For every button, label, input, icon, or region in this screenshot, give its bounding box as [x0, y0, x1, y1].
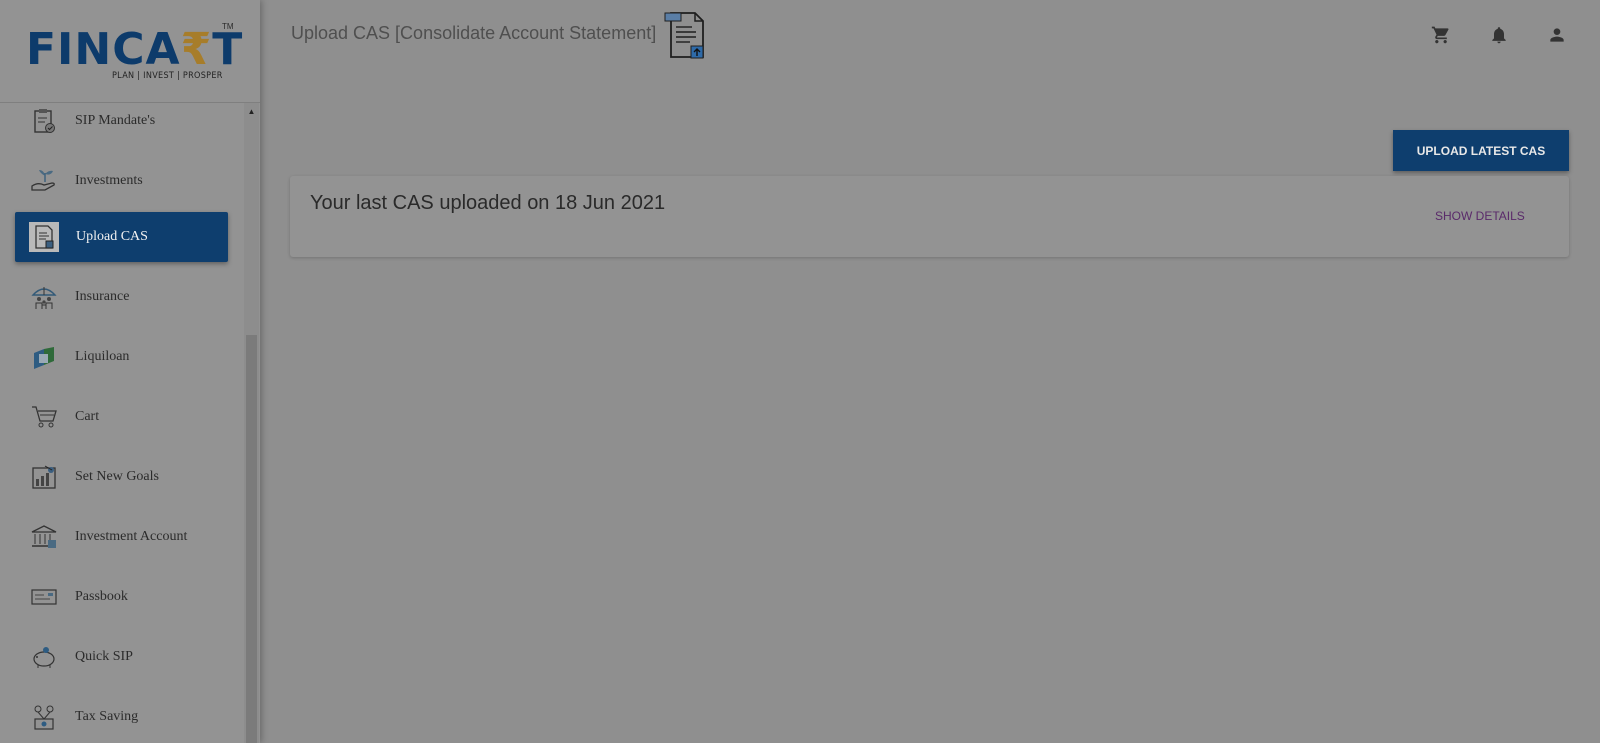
logo-rupee-glyph: ₹ — [180, 24, 213, 75]
bank-icon — [30, 523, 58, 551]
sidebar-item-label: Cart — [75, 409, 100, 424]
umbrella-family-icon — [30, 283, 58, 311]
sidebar-item-quick-sip[interactable]: Quick SIP — [15, 632, 228, 682]
header-cart-icon[interactable] — [1430, 24, 1452, 46]
scroll-up-arrow-icon[interactable]: ▲ — [244, 103, 259, 119]
liquiloan-logo-icon — [30, 343, 58, 371]
sidebar-item-label: Set New Goals — [75, 469, 159, 484]
logo-wordmark: FINCA₹T — [26, 24, 244, 75]
sidebar-item-set-new-goals[interactable]: Set New Goals — [15, 452, 228, 502]
sidebar-item-label: Upload CAS — [76, 229, 148, 244]
sidebar-item-label: Liquiloan — [75, 349, 130, 364]
sidebar-item-label: Investment Account — [75, 529, 188, 544]
sidebar-scrollbar[interactable]: ▲ — [244, 103, 259, 743]
sidebar-item-investment-account[interactable]: Investment Account — [15, 512, 228, 562]
scroll-thumb[interactable] — [246, 335, 257, 743]
passbook-icon — [30, 583, 58, 611]
clipboard-check-icon — [30, 107, 58, 135]
tax-saving-icon — [30, 703, 58, 731]
page-title: Upload CAS [Consolidate Account Statemen… — [291, 23, 657, 43]
sidebar-item-label: Investments — [75, 173, 143, 188]
sidebar-item-passbook[interactable]: Passbook — [15, 572, 228, 622]
logo-trademark: TM — [222, 22, 234, 31]
sidebar-item-label: Passbook — [75, 589, 128, 604]
goals-chart-icon — [30, 463, 58, 491]
cas-document-icon — [662, 10, 712, 65]
sidebar-item-upload-cas[interactable]: Upload CAS — [15, 212, 228, 262]
header-user-icon[interactable] — [1546, 24, 1568, 46]
sidebar-item-liquiloan[interactable]: Liquiloan — [15, 332, 228, 382]
sidebar-item-insurance[interactable]: Insurance — [15, 272, 228, 322]
header-bell-icon[interactable] — [1488, 24, 1510, 46]
document-upload-icon — [29, 222, 59, 252]
show-details-link[interactable]: SHOW DETAILS — [1435, 209, 1525, 223]
sidebar-item-cart[interactable]: Cart — [15, 392, 228, 442]
hand-plant-icon — [30, 167, 58, 195]
sidebar-item-tax-saving[interactable]: Tax Saving — [15, 692, 228, 742]
cart-icon — [30, 403, 58, 431]
logo-tagline: PLAN | INVEST | PROSPER — [112, 71, 223, 81]
cas-last-upload-text: Your last CAS uploaded on 18 Jun 2021 — [310, 192, 666, 214]
sidebar-item-investments[interactable]: Investments — [15, 156, 228, 206]
cas-status-card: Your last CAS uploaded on 18 Jun 2021 SH… — [290, 176, 1569, 257]
sidebar: FINCA₹T TM PLAN | INVEST | PROSPER SIP M… — [0, 0, 260, 743]
sidebar-item-label: Quick SIP — [75, 649, 133, 664]
piggy-bank-icon — [30, 643, 58, 671]
sidebar-item-sip-mandates[interactable]: SIP Mandate's — [15, 96, 228, 146]
sidebar-item-label: Insurance — [75, 289, 130, 304]
sidebar-item-label: Tax Saving — [75, 709, 139, 724]
upload-latest-cas-button[interactable]: UPLOAD LATEST CAS — [1393, 130, 1569, 171]
sidebar-item-label: SIP Mandate's — [75, 113, 156, 128]
logo[interactable]: FINCA₹T TM PLAN | INVEST | PROSPER — [0, 0, 260, 103]
